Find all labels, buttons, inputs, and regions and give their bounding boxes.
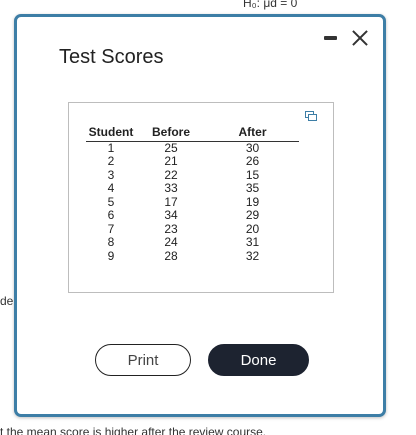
cell-student: 4 [107, 181, 115, 195]
table-row: 4 33 35 [86, 181, 299, 196]
table-row: 1 25 30 [86, 141, 299, 155]
cell-student: 1 [107, 140, 115, 155]
cell-student: 7 [107, 221, 115, 236]
dialog-title: Test Scores [59, 46, 164, 68]
close-icon[interactable] [351, 29, 369, 47]
cell-before: 33 [164, 181, 178, 195]
table-row: 9 28 32 [86, 248, 299, 264]
cell-before: 23 [164, 221, 178, 236]
column-header-before: Before [136, 124, 206, 142]
cell-student: 6 [107, 208, 115, 222]
cell-before: 25 [164, 140, 178, 155]
background-partial-text: de [0, 294, 14, 308]
column-header-student: Student [86, 124, 136, 142]
cell-before: 24 [164, 235, 178, 249]
cell-student: 9 [107, 248, 115, 263]
table-row: 3 22 15 [86, 167, 299, 183]
cell-after: 19 [245, 194, 260, 209]
window-controls [323, 29, 369, 47]
cell-student: 3 [107, 167, 115, 182]
cell-student: 2 [107, 154, 115, 168]
cell-before: 28 [164, 248, 178, 263]
cell-after: 30 [245, 140, 260, 155]
table-row: 7 23 20 [86, 221, 299, 237]
table-row: 5 17 19 [86, 194, 299, 210]
cell-after: 31 [245, 235, 260, 249]
scores-table-panel: Student Before After 1 25 30 2 21 26 3 22 15 4 33 3… [68, 102, 334, 293]
cell-before: 17 [164, 194, 178, 209]
cell-after: 20 [245, 221, 260, 236]
cell-before: 22 [164, 167, 178, 182]
print-button[interactable]: Print [95, 344, 191, 376]
table-row: 8 24 31 [86, 235, 299, 250]
column-header-after: After [206, 124, 299, 142]
background-hypothesis-text: H₀: μd = 0 [243, 0, 298, 10]
cell-student: 8 [107, 235, 115, 249]
table-row: 2 21 26 [86, 154, 299, 169]
test-scores-dialog: Test Scores Student Before After 1 25 30 2 2… [14, 14, 386, 417]
cell-after: 15 [245, 167, 260, 182]
background-question-text: t the mean score is higher after the rev… [0, 425, 267, 435]
cell-after: 26 [245, 154, 260, 168]
table-header-row: Student Before After [86, 124, 299, 142]
cell-after: 29 [245, 208, 260, 222]
cell-after: 35 [245, 181, 260, 195]
scores-table: Student Before After 1 25 30 2 21 26 3 22 15 4 33 3… [86, 124, 299, 263]
expand-icon[interactable] [305, 111, 317, 121]
cell-before: 34 [164, 208, 178, 222]
done-button[interactable]: Done [208, 344, 309, 376]
cell-before: 21 [164, 154, 178, 168]
minimize-icon[interactable] [323, 30, 337, 46]
cell-student: 5 [107, 194, 115, 209]
table-row: 6 34 29 [86, 208, 299, 223]
cell-after: 32 [245, 248, 260, 263]
